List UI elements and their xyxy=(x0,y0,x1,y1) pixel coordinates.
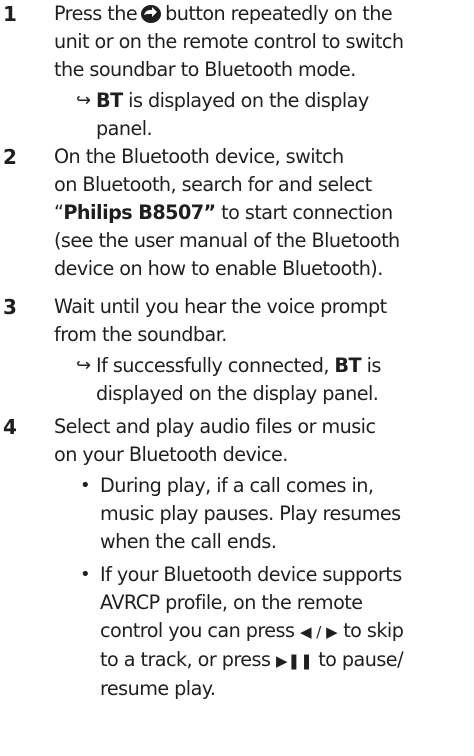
step-line: the soundbar to Bluetooth mode. xyxy=(54,58,356,81)
step-body: Wait until you hear the voice prompt fro… xyxy=(54,293,472,408)
result-text: If successfully connected, BT is display… xyxy=(96,352,472,408)
bullet-text: During play, if a call comes in, music p… xyxy=(100,472,472,556)
result-arrow-icon: ↪ xyxy=(76,355,92,376)
bullet-line: During play, if a call comes in, xyxy=(100,474,374,497)
step-line: from the soundbar. xyxy=(54,323,227,346)
step-number: 3 xyxy=(3,295,17,319)
step-number: 2 xyxy=(3,145,17,169)
bullet-line: music play pauses. Play resumes xyxy=(100,502,401,525)
text: “ xyxy=(54,201,64,224)
text: to a track, or press xyxy=(100,648,276,671)
step-line: on your Bluetooth device. xyxy=(54,443,288,466)
bullet-line: resume play. xyxy=(100,677,216,700)
step-body: Select and play audio files or music on … xyxy=(54,413,472,703)
result-line: panel. xyxy=(96,117,153,140)
text: button repeatedly on the xyxy=(165,2,393,25)
result-text: BT is displayed on the display panel. xyxy=(96,87,472,143)
instruction-page: 1 Press the button repeatedly on the unit… xyxy=(0,0,474,756)
source-button-icon xyxy=(141,5,162,23)
step-line: Press the button repeatedly on the xyxy=(54,0,472,28)
bullet-line: to a track, or press ▶❚❚ to pause/ xyxy=(100,646,472,675)
step-line: On the Bluetooth device, switch xyxy=(54,145,344,168)
bullet-line: AVRCP profile, on the remote xyxy=(100,591,363,614)
bt-label: BT xyxy=(96,89,123,112)
step-line: (see the user manual of the Bluetooth xyxy=(54,229,400,252)
text: Press the xyxy=(54,2,138,25)
step-result: ↪ BT is displayed on the display panel. xyxy=(0,87,472,143)
text: to pause/ xyxy=(312,648,403,671)
play-pause-icon: ▶❚❚ xyxy=(275,652,313,670)
text: If successfully connected, xyxy=(96,354,335,377)
text: is xyxy=(361,354,382,377)
step-line: Select and play audio files or music xyxy=(54,415,376,438)
bullet-icon: • xyxy=(80,564,91,585)
step-line: Wait until you hear the voice prompt xyxy=(54,295,387,318)
step-line: on Bluetooth, search for and select xyxy=(54,173,372,196)
step-line: unit or on the remote control to switch xyxy=(54,30,404,53)
bullet-line: If your Bluetooth device supports xyxy=(100,563,402,586)
bullet-line: control you can press ◀ / ▶ to skip xyxy=(100,617,472,646)
step-number: 4 xyxy=(3,415,17,439)
step-number: 1 xyxy=(3,2,17,26)
step-line: “Philips B8507” to start connection xyxy=(54,199,472,227)
text: to start connection xyxy=(215,201,393,224)
text: is displayed on the display xyxy=(122,89,369,112)
text: to skip xyxy=(337,619,404,642)
result-line: BT is displayed on the display xyxy=(96,87,472,115)
step-body: On the Bluetooth device, switch on Bluet… xyxy=(54,143,472,283)
device-name: Philips B8507” xyxy=(63,201,216,224)
bullet-item: • During play, if a call comes in, music… xyxy=(0,472,472,556)
result-arrow-icon: ↪ xyxy=(76,90,92,111)
step-result: ↪ If successfully connected, BT is displ… xyxy=(0,352,472,408)
step-body: Press the button repeatedly on the unit o… xyxy=(54,0,472,143)
result-line: If successfully connected, BT is xyxy=(96,352,472,380)
bullet-text: If your Bluetooth device supports AVRCP … xyxy=(100,561,472,703)
bullet-line: when the call ends. xyxy=(100,530,277,553)
bullet-item: • If your Bluetooth device supports AVRC… xyxy=(0,561,472,703)
bt-label: BT xyxy=(334,354,362,377)
bullet-icon: • xyxy=(80,475,91,496)
prev-next-icon: ◀ / ▶ xyxy=(299,623,338,641)
text: control you can press xyxy=(100,619,300,642)
step-line: device on how to enable Bluetooth). xyxy=(54,257,383,280)
result-line: displayed on the display panel. xyxy=(96,382,379,405)
